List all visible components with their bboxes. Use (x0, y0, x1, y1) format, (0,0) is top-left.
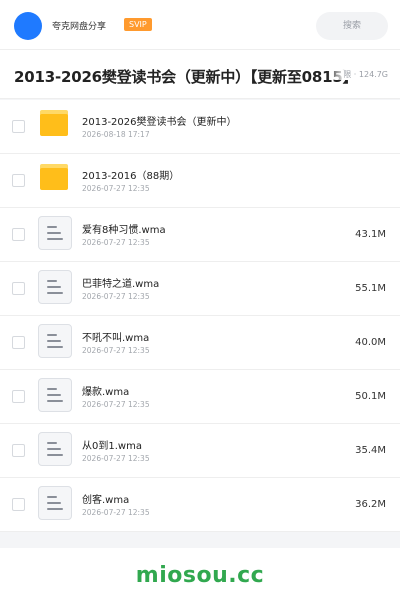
file-date: 2026-07-27 12:35 (82, 292, 150, 301)
file-row[interactable]: 创客.wma 2026-07-27 12:35 36.2M (0, 478, 400, 532)
select-checkbox[interactable] (12, 228, 25, 241)
footer: miosou.cc (0, 548, 400, 600)
svip-badge: SVIP (124, 18, 152, 31)
audio-file-icon (38, 432, 72, 466)
share-header: 2013-2026樊登读书会（更新中）【更新至0815】 限 · 124.7G (0, 50, 400, 99)
select-checkbox[interactable] (12, 336, 25, 349)
file-name: 巴菲特之道.wma (82, 279, 160, 290)
file-date: 2026-07-27 12:35 (82, 346, 150, 355)
file-name: 2013-2026樊登读书会（更新中） (82, 117, 237, 128)
file-date: 2026-07-27 12:35 (82, 400, 150, 409)
top-bar: 夸克网盘分享 SVIP 搜索 (0, 0, 400, 50)
file-name: 爱有8种习惯.wma (82, 225, 166, 236)
brand-name: 夸克网盘分享 (52, 22, 107, 32)
file-date: 2026-07-27 12:35 (82, 508, 150, 517)
select-checkbox[interactable] (12, 390, 25, 403)
audio-file-icon (38, 324, 72, 358)
file-name: 不吼不叫.wma (82, 333, 150, 344)
file-size: 40.0M (355, 337, 386, 348)
folder-icon (38, 162, 72, 196)
file-list: 2013-2026樊登读书会（更新中） 2026-08-18 17:17 2013-… (0, 100, 400, 532)
file-name: 从0到1.wma (82, 441, 142, 452)
select-checkbox[interactable] (12, 444, 25, 457)
file-row[interactable]: 2013-2016（88期） 2026-07-27 12:35 (0, 154, 400, 208)
file-name: 2013-2016（88期） (82, 171, 180, 182)
file-row[interactable]: 爆款.wma 2026-07-27 12:35 50.1M (0, 370, 400, 424)
file-size: 36.2M (355, 499, 386, 510)
folder-icon (38, 108, 72, 142)
select-checkbox[interactable] (12, 498, 25, 511)
file-date: 2026-08-18 17:17 (82, 130, 150, 139)
page-title: 2013-2026樊登读书会（更新中）【更新至0815】 (14, 68, 358, 86)
file-row[interactable]: 不吼不叫.wma 2026-07-27 12:35 40.0M (0, 316, 400, 370)
file-size: 55.1M (355, 283, 386, 294)
file-date: 2026-07-27 12:35 (82, 238, 150, 247)
file-date: 2026-07-27 12:35 (82, 184, 150, 193)
file-size: 43.1M (355, 229, 386, 240)
file-row[interactable]: 爱有8种习惯.wma 2026-07-27 12:35 43.1M (0, 208, 400, 262)
file-size: 35.4M (355, 445, 386, 456)
select-checkbox[interactable] (12, 120, 25, 133)
file-name: 爆款.wma (82, 387, 130, 398)
audio-file-icon (38, 378, 72, 412)
file-date: 2026-07-27 12:35 (82, 454, 150, 463)
select-checkbox[interactable] (12, 282, 25, 295)
file-size: 50.1M (355, 391, 386, 402)
share-meta: 限 · 124.7G (327, 69, 388, 80)
audio-file-icon (38, 216, 72, 250)
search-input[interactable]: 搜索 (316, 12, 388, 40)
audio-file-icon (38, 270, 72, 304)
select-checkbox[interactable] (12, 174, 25, 187)
watermark-text: miosou.cc (135, 563, 265, 588)
file-row[interactable]: 巴菲特之道.wma 2026-07-27 12:35 55.1M (0, 262, 400, 316)
avatar[interactable] (14, 12, 42, 40)
file-row[interactable]: 从0到1.wma 2026-07-27 12:35 35.4M (0, 424, 400, 478)
file-name: 创客.wma (82, 495, 130, 506)
audio-file-icon (38, 486, 72, 520)
file-row[interactable]: 2013-2026樊登读书会（更新中） 2026-08-18 17:17 (0, 100, 400, 154)
